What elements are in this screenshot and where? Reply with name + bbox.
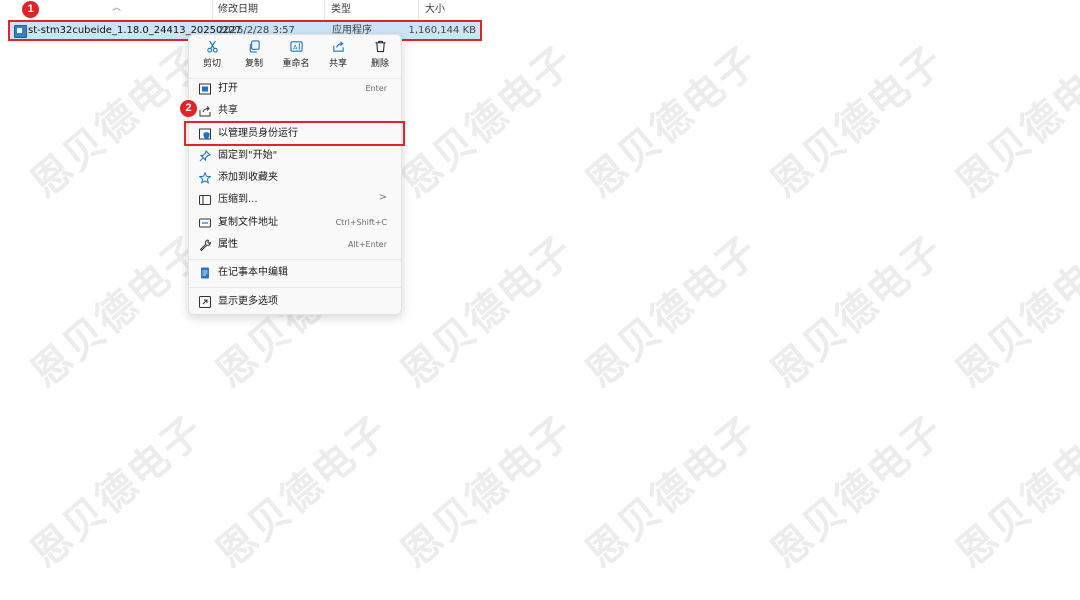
- cut-label: 剪切: [202, 59, 221, 69]
- header-divider: [418, 0, 419, 20]
- menu-item-open[interactable]: 打开 Enter: [193, 79, 397, 99]
- submenu-chevron-icon: >: [378, 192, 387, 203]
- installer-icon: [14, 25, 27, 38]
- watermark: 恩贝德电子: [22, 36, 213, 208]
- watermark: 恩贝德电子: [577, 406, 768, 578]
- share-button[interactable]: 共享: [319, 38, 357, 72]
- watermark: 恩贝德电子: [947, 406, 1080, 578]
- column-header-size[interactable]: 大小: [425, 0, 445, 20]
- rename-button[interactable]: A 重命名: [277, 38, 315, 72]
- watermark: 恩贝德电子: [947, 36, 1080, 208]
- highlight-run-as-admin: [184, 121, 405, 146]
- menu-item-share[interactable]: 共享: [193, 101, 397, 121]
- menu-item-label: 属性: [218, 239, 238, 250]
- menu-item-label: 显示更多选项: [218, 296, 278, 307]
- archive-icon: [199, 195, 211, 205]
- watermark: 恩贝德电子: [392, 226, 583, 398]
- step-badge-2: 2: [180, 100, 197, 117]
- more-options-icon: [199, 296, 211, 308]
- column-header-type[interactable]: 类型: [331, 0, 351, 20]
- menu-item-show-more-options[interactable]: 显示更多选项: [193, 292, 397, 312]
- menu-item-label: 压缩到...: [218, 194, 258, 205]
- share-label: 共享: [328, 59, 347, 69]
- copy-label: 复制: [244, 59, 263, 69]
- scissors-icon: [206, 40, 218, 53]
- menu-item-add-to-favorites[interactable]: 添加到收藏夹: [193, 168, 397, 188]
- watermark: 恩贝德电子: [762, 36, 953, 208]
- notepad-icon: [201, 267, 209, 279]
- menu-item-copy-path[interactable]: 复制文件地址 Ctrl+Shift+C: [193, 213, 397, 233]
- rename-icon: A: [289, 41, 303, 52]
- menu-item-edit-in-notepad[interactable]: 在记事本中编辑: [193, 263, 397, 283]
- pin-icon: [199, 150, 211, 162]
- copy-icon: [249, 40, 260, 53]
- context-menu: 剪切 复制 A 重命名 共享 删除 打开 Enter 共享 以管理员身份运行 固…: [188, 34, 402, 315]
- watermark: 恩贝德电子: [947, 226, 1080, 398]
- step-badge-1: 1: [22, 1, 39, 18]
- menu-item-compress-to[interactable]: 压缩到... >: [193, 190, 397, 210]
- file-size: 1,160,144 KB: [408, 25, 477, 36]
- star-icon: [199, 172, 211, 184]
- menu-item-label: 固定到"开始": [218, 150, 278, 161]
- rename-label: 重命名: [282, 59, 310, 69]
- menu-item-label: 共享: [218, 105, 238, 116]
- watermark: 恩贝德电子: [22, 226, 213, 398]
- watermark: 恩贝德电子: [577, 36, 768, 208]
- path-icon: [199, 218, 211, 228]
- quick-action-bar: 剪切 复制 A 重命名 共享 删除: [189, 35, 401, 75]
- column-header-date[interactable]: 修改日期: [218, 0, 258, 20]
- watermark: 恩贝德电子: [22, 406, 213, 578]
- menu-item-pin-to-start[interactable]: 固定到"开始": [193, 146, 397, 166]
- open-app-icon: [199, 83, 211, 95]
- watermark: 恩贝德电子: [762, 226, 953, 398]
- menu-separator: [189, 287, 401, 288]
- watermark: 恩贝德电子: [762, 406, 953, 578]
- header-divider: [324, 0, 325, 20]
- menu-item-shortcut: Enter: [365, 84, 387, 93]
- svg-text:A: A: [292, 43, 297, 51]
- trash-icon: [374, 40, 386, 53]
- menu-item-label: 打开: [218, 83, 238, 94]
- watermark: 恩贝德电子: [392, 406, 583, 578]
- menu-item-properties[interactable]: 属性 Alt+Enter: [193, 235, 397, 255]
- menu-item-shortcut: Ctrl+Shift+C: [335, 218, 387, 227]
- watermark-layer: 恩贝德电子 恩贝德电子 恩贝德电子 恩贝德电子 恩贝德电子 恩贝德电子 恩贝德电…: [0, 0, 1080, 600]
- delete-label: 删除: [370, 59, 389, 69]
- wrench-icon: [199, 239, 211, 251]
- menu-item-label: 添加到收藏夹: [218, 172, 278, 183]
- watermark: 恩贝德电子: [577, 226, 768, 398]
- watermark: 恩贝德电子: [207, 406, 398, 578]
- copy-button[interactable]: 复制: [235, 38, 273, 72]
- cut-button[interactable]: 剪切: [193, 38, 231, 72]
- menu-separator: [189, 259, 401, 260]
- header-divider: [212, 0, 213, 20]
- watermark: 恩贝德电子: [392, 36, 583, 208]
- menu-item-shortcut: Alt+Enter: [347, 240, 387, 249]
- share-icon: [332, 41, 344, 52]
- menu-item-label: 复制文件地址: [218, 217, 278, 228]
- share-icon: [199, 106, 211, 117]
- menu-item-label: 在记事本中编辑: [218, 267, 288, 278]
- delete-button[interactable]: 删除: [361, 38, 399, 72]
- sort-chevron-icon: ︿: [112, 3, 122, 13]
